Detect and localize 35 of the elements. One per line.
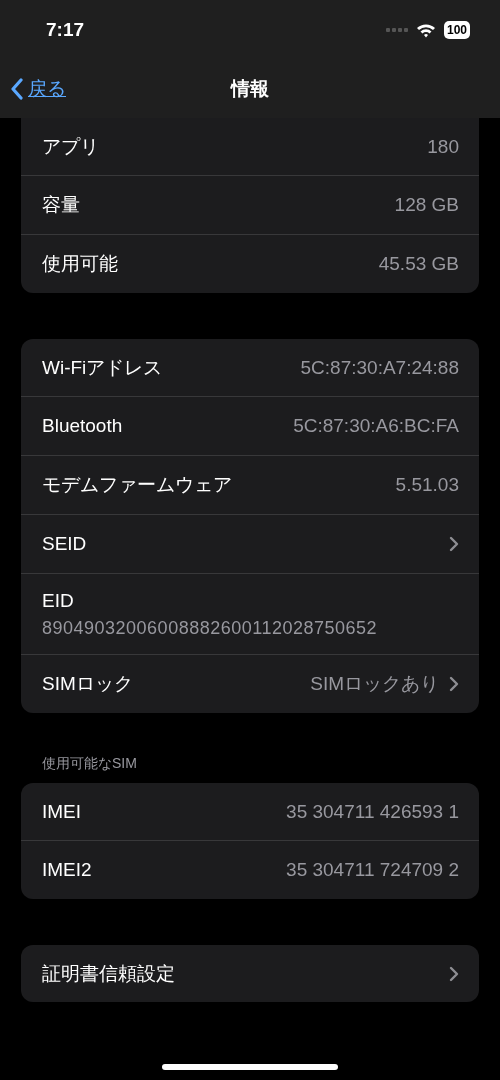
battery-level: 100 bbox=[443, 21, 470, 39]
nav-title: 情報 bbox=[231, 77, 269, 101]
row-label: IMEI2 bbox=[42, 859, 92, 881]
row-value: 180 bbox=[427, 135, 459, 158]
row-value: 45.53 GB bbox=[378, 253, 459, 275]
back-chevron-icon bbox=[10, 78, 24, 100]
wifi-icon bbox=[415, 22, 436, 38]
chevron-icon bbox=[449, 536, 459, 552]
row-label: SIMロック bbox=[42, 672, 133, 696]
settings-row[interactable]: SIMロック SIMロックあり bbox=[21, 654, 479, 713]
row-value: 128 GB bbox=[394, 194, 459, 216]
settings-row[interactable]: 証明書信頼設定 bbox=[21, 945, 479, 1002]
row-value: 5C:87:30:A6:BC:FA bbox=[293, 415, 459, 437]
status-time: 7:17 bbox=[46, 19, 85, 41]
row-value: 5.51.03 bbox=[395, 474, 459, 496]
row-label: Wi-Fiアドレス bbox=[42, 355, 163, 380]
settings-row[interactable]: SEID bbox=[21, 514, 479, 573]
row-label: モデムファームウェア bbox=[42, 473, 232, 497]
row-value: SIMロックあり bbox=[310, 672, 439, 696]
row-value: 35 304711 724709 2 bbox=[286, 859, 459, 881]
row-label: SEID bbox=[42, 533, 87, 555]
row-label: IMEI bbox=[42, 800, 82, 823]
chevron-icon bbox=[449, 676, 459, 692]
row-label: アプリ bbox=[42, 134, 99, 159]
chevron-icon bbox=[449, 965, 459, 982]
row-label: 使用可能 bbox=[42, 252, 118, 276]
row-value: 5C:87:30:A7:24:88 bbox=[300, 356, 459, 379]
row-label: Bluetooth bbox=[42, 415, 123, 437]
row-value: 89049032006008882600112028750652 bbox=[42, 617, 378, 639]
row-value: 35 304711 426593 1 bbox=[286, 800, 459, 823]
row-label: EID bbox=[42, 589, 75, 612]
row-label: 証明書信頼設定 bbox=[42, 961, 175, 986]
section-header: 使用可能なSIM bbox=[41, 755, 138, 773]
row-label: 容量 bbox=[42, 193, 80, 217]
signal-icon bbox=[385, 28, 408, 32]
